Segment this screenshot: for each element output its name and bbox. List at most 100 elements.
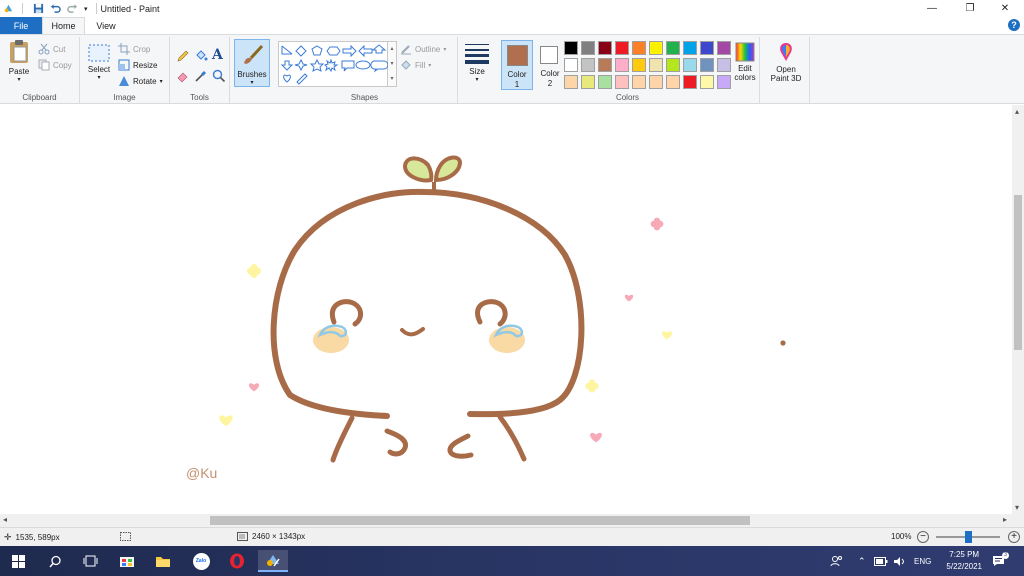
palette-swatch[interactable] — [564, 58, 578, 72]
crop-button[interactable]: Crop — [118, 43, 150, 55]
minimize-button[interactable]: — — [915, 0, 949, 17]
right-leg — [497, 414, 527, 462]
color1-button[interactable]: Color 1 — [501, 40, 533, 90]
edit-colors-button[interactable]: Edit colors — [732, 41, 758, 91]
palette-swatch[interactable] — [717, 41, 731, 55]
palette-swatch[interactable] — [649, 58, 663, 72]
cut-button[interactable]: Cut — [38, 43, 65, 55]
people-icon[interactable] — [830, 546, 843, 576]
rotate-button[interactable]: Rotate ▾ — [118, 75, 163, 87]
color-picker-icon[interactable] — [194, 69, 208, 83]
palette-swatch[interactable] — [615, 58, 629, 72]
palette-swatch[interactable] — [598, 41, 612, 55]
palette-swatch[interactable] — [649, 75, 663, 89]
zoom-slider-track[interactable] — [936, 531, 1000, 543]
select-button[interactable]: Select ▾ — [84, 43, 114, 81]
undo-icon[interactable] — [50, 3, 61, 14]
brushes-group: Brushes ▾ — [230, 37, 272, 103]
redo-icon[interactable] — [67, 3, 78, 14]
color1-number: 1 — [514, 80, 520, 89]
horizontal-scroll-thumb[interactable] — [210, 516, 750, 525]
palette-swatch[interactable] — [615, 41, 629, 55]
text-tool-icon[interactable]: A — [212, 47, 223, 63]
paste-button[interactable]: Paste ▾ — [4, 39, 34, 83]
scroll-right-icon[interactable]: ▸ — [1003, 515, 1007, 524]
close-button[interactable]: ✕ — [988, 0, 1022, 17]
palette-swatch[interactable] — [632, 75, 646, 89]
taskbar-zalo[interactable]: Zalo — [186, 550, 216, 572]
palette-swatch[interactable] — [649, 41, 663, 55]
zoom-slider-thumb[interactable] — [964, 531, 972, 543]
palette-swatch[interactable] — [700, 41, 714, 55]
tab-view[interactable]: View — [85, 17, 127, 34]
palette-swatch[interactable] — [666, 41, 680, 55]
palette-swatch[interactable] — [683, 41, 697, 55]
scroll-up-icon[interactable]: ▴ — [1015, 107, 1019, 116]
restore-button[interactable]: ❐ — [953, 0, 987, 17]
eraser-icon[interactable] — [176, 69, 190, 83]
horizontal-scrollbar[interactable]: ◂ ▸ — [0, 514, 1024, 527]
chevron-up-icon: ⌃ — [858, 555, 866, 566]
magnifier-icon[interactable] — [212, 69, 226, 83]
fill-icon — [401, 60, 411, 70]
palette-swatch[interactable] — [700, 75, 714, 89]
resize-button[interactable]: Resize — [118, 59, 157, 71]
taskbar-file-explorer[interactable] — [148, 550, 178, 572]
start-button[interactable] — [3, 550, 33, 572]
vertical-scroll-thumb[interactable] — [1014, 195, 1022, 350]
tab-file[interactable]: File — [0, 17, 42, 34]
battery-icon[interactable] — [874, 546, 888, 576]
taskbar-opera[interactable] — [222, 550, 252, 572]
palette-swatch[interactable] — [666, 58, 680, 72]
palette-swatch[interactable] — [632, 58, 646, 72]
palette-swatch[interactable] — [581, 41, 595, 55]
palette-swatch[interactable] — [717, 75, 731, 89]
canvas-area[interactable]: @Ku — [0, 105, 1012, 514]
palette-swatch[interactable] — [598, 58, 612, 72]
palette-swatch[interactable] — [581, 75, 595, 89]
shapes-gallery[interactable] — [278, 41, 389, 87]
tray-overflow-icon[interactable]: ⌃ — [858, 546, 866, 576]
cursor-position-value: 1535, 589px — [15, 533, 60, 542]
tab-home[interactable]: Home — [42, 17, 85, 34]
palette-swatch[interactable] — [564, 41, 578, 55]
scroll-down-icon[interactable]: ▾ — [1015, 503, 1019, 512]
drawing-canvas[interactable]: @Ku — [0, 105, 1012, 514]
palette-swatch[interactable] — [615, 75, 629, 89]
fill-button[interactable]: Fill ▾ — [400, 59, 431, 71]
palette-swatch[interactable] — [683, 58, 697, 72]
palette-swatch[interactable] — [598, 75, 612, 89]
vertical-scrollbar[interactable]: ▴ ▾ — [1012, 105, 1024, 514]
clock[interactable]: 7:25 PM 5/22/2021 — [946, 549, 982, 573]
zoom-in-button[interactable]: + — [1008, 531, 1020, 543]
zoom-out-button[interactable]: − — [917, 531, 929, 543]
color2-button[interactable]: Color 2 — [535, 40, 565, 90]
taskbar-app-store[interactable] — [112, 550, 142, 572]
outline-button[interactable]: Outline ▾ — [400, 43, 446, 55]
palette-swatch[interactable] — [581, 58, 595, 72]
language-indicator[interactable]: ENG — [914, 546, 931, 576]
palette-swatch[interactable] — [683, 75, 697, 89]
action-center-button[interactable]: 3 — [992, 546, 1009, 576]
taskbar-paint[interactable] — [258, 550, 288, 572]
size-button[interactable]: Size ▾ — [462, 41, 492, 83]
palette-swatch[interactable] — [632, 41, 646, 55]
open-paint3d-button[interactable]: Open Paint 3D — [764, 41, 808, 83]
brushes-button[interactable]: Brushes ▾ — [234, 39, 270, 87]
search-button[interactable] — [40, 550, 70, 572]
palette-swatch[interactable] — [666, 75, 680, 89]
fill-bucket-icon[interactable] — [194, 49, 208, 63]
volume-icon[interactable] — [893, 546, 906, 576]
copy-button[interactable]: Copy — [38, 59, 72, 71]
palette-swatch[interactable] — [700, 58, 714, 72]
task-view-button[interactable] — [75, 550, 105, 572]
palette-swatch[interactable] — [564, 75, 578, 89]
help-icon[interactable]: ? — [1008, 19, 1020, 31]
shapes-scroll[interactable]: ▴ ▾ ▾ — [388, 41, 397, 87]
pencil-icon[interactable] — [176, 49, 190, 63]
save-icon[interactable] — [33, 3, 44, 14]
scroll-left-icon[interactable]: ◂ — [3, 515, 7, 524]
palette-swatch[interactable] — [717, 58, 731, 72]
pink-flower — [650, 217, 664, 231]
customize-qa-icon[interactable]: ▾ — [84, 5, 88, 13]
